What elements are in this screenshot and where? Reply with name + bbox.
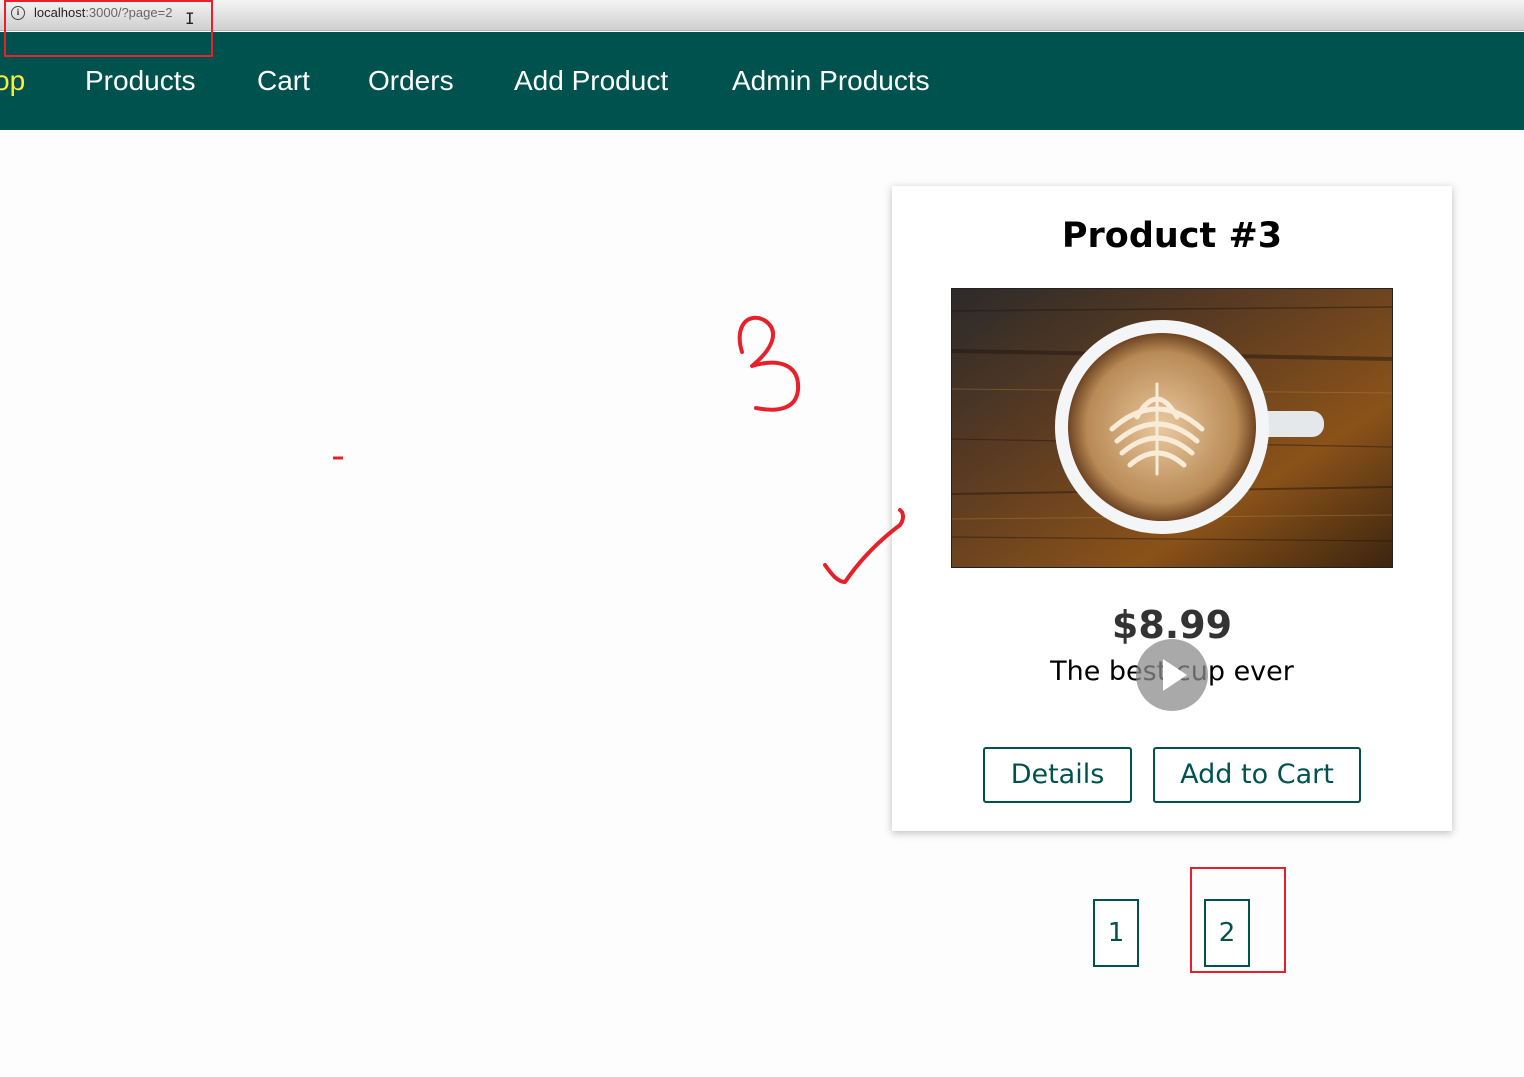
checkmark	[823, 508, 905, 584]
page: i localhost:3000/?page=2 I op Products C…	[0, 0, 1524, 1077]
annotation-layer	[333, 315, 905, 584]
number-3-drawing	[737, 315, 801, 412]
